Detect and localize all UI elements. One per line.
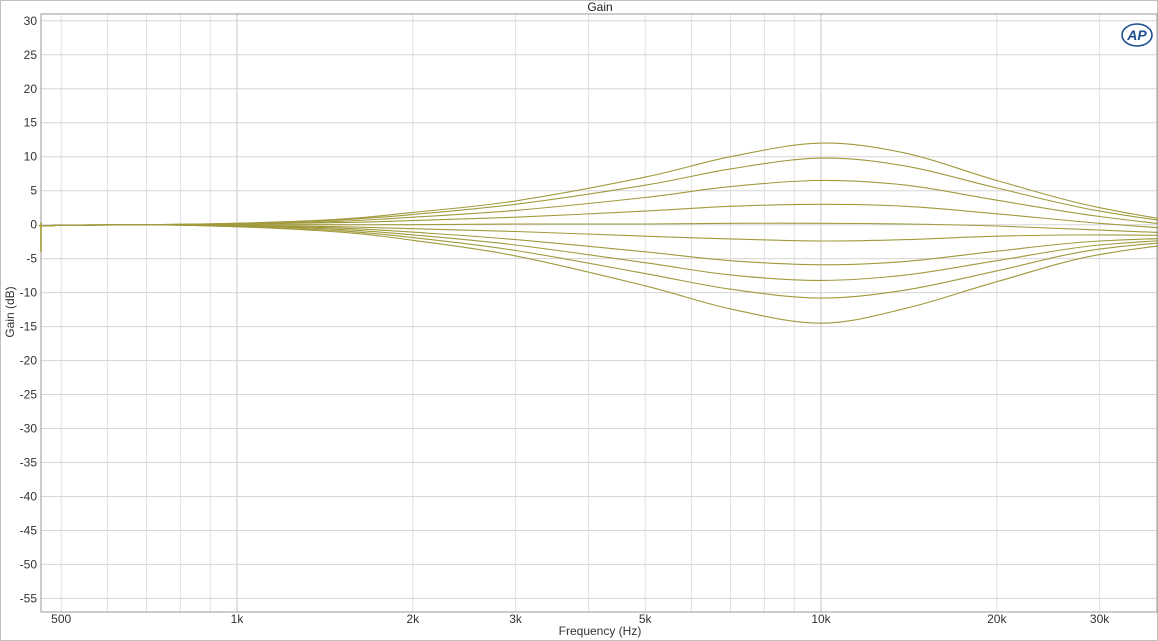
x-tick-label: 2k bbox=[406, 612, 420, 626]
ap-logo: AP bbox=[1121, 23, 1153, 47]
y-tick-label: -15 bbox=[20, 320, 38, 334]
x-tick-label: 500 bbox=[51, 612, 71, 626]
y-tick-label: 20 bbox=[24, 82, 38, 96]
y-axis-title: Gain (dB) bbox=[3, 286, 17, 337]
x-tick-label: 3k bbox=[509, 612, 523, 626]
y-tick-label: 25 bbox=[24, 48, 38, 62]
y-tick-label: -10 bbox=[20, 286, 38, 300]
y-tick-label: 15 bbox=[24, 116, 38, 130]
x-tick-label: 30k bbox=[1090, 612, 1110, 626]
y-tick-label: -30 bbox=[20, 422, 38, 436]
y-tick-label: -45 bbox=[20, 524, 38, 538]
x-axis-title: Frequency (Hz) bbox=[559, 624, 642, 638]
y-tick-label: -40 bbox=[20, 490, 38, 504]
ap-logo-text: AP bbox=[1126, 27, 1147, 43]
y-tick-label: -5 bbox=[26, 252, 37, 266]
y-tick-label: 30 bbox=[24, 14, 38, 28]
x-tick-label: 20k bbox=[987, 612, 1007, 626]
y-tick-label: 10 bbox=[24, 150, 38, 164]
y-tick-label: 0 bbox=[30, 218, 37, 232]
y-tick-label: -55 bbox=[20, 591, 38, 605]
y-tick-label: 5 bbox=[30, 184, 37, 198]
y-tick-label: -20 bbox=[20, 354, 38, 368]
y-tick-label: -35 bbox=[20, 456, 38, 470]
gain-chart: Gain 30 25 20 15 10 5 0 -5 -10 -15 -20 -25 -30 -35 -40… bbox=[0, 0, 1158, 641]
chart-title: Gain bbox=[587, 0, 612, 14]
y-tick-label: -50 bbox=[20, 557, 38, 571]
y-tick-label: -25 bbox=[20, 388, 38, 402]
x-tick-label: 1k bbox=[231, 612, 245, 626]
chart-frame bbox=[0, 0, 1158, 641]
chart-canvas: Gain 30 25 20 15 10 5 0 -5 -10 -15 -20 -25 -30 -35 -40… bbox=[0, 0, 1158, 641]
x-tick-label: 10k bbox=[811, 612, 831, 626]
